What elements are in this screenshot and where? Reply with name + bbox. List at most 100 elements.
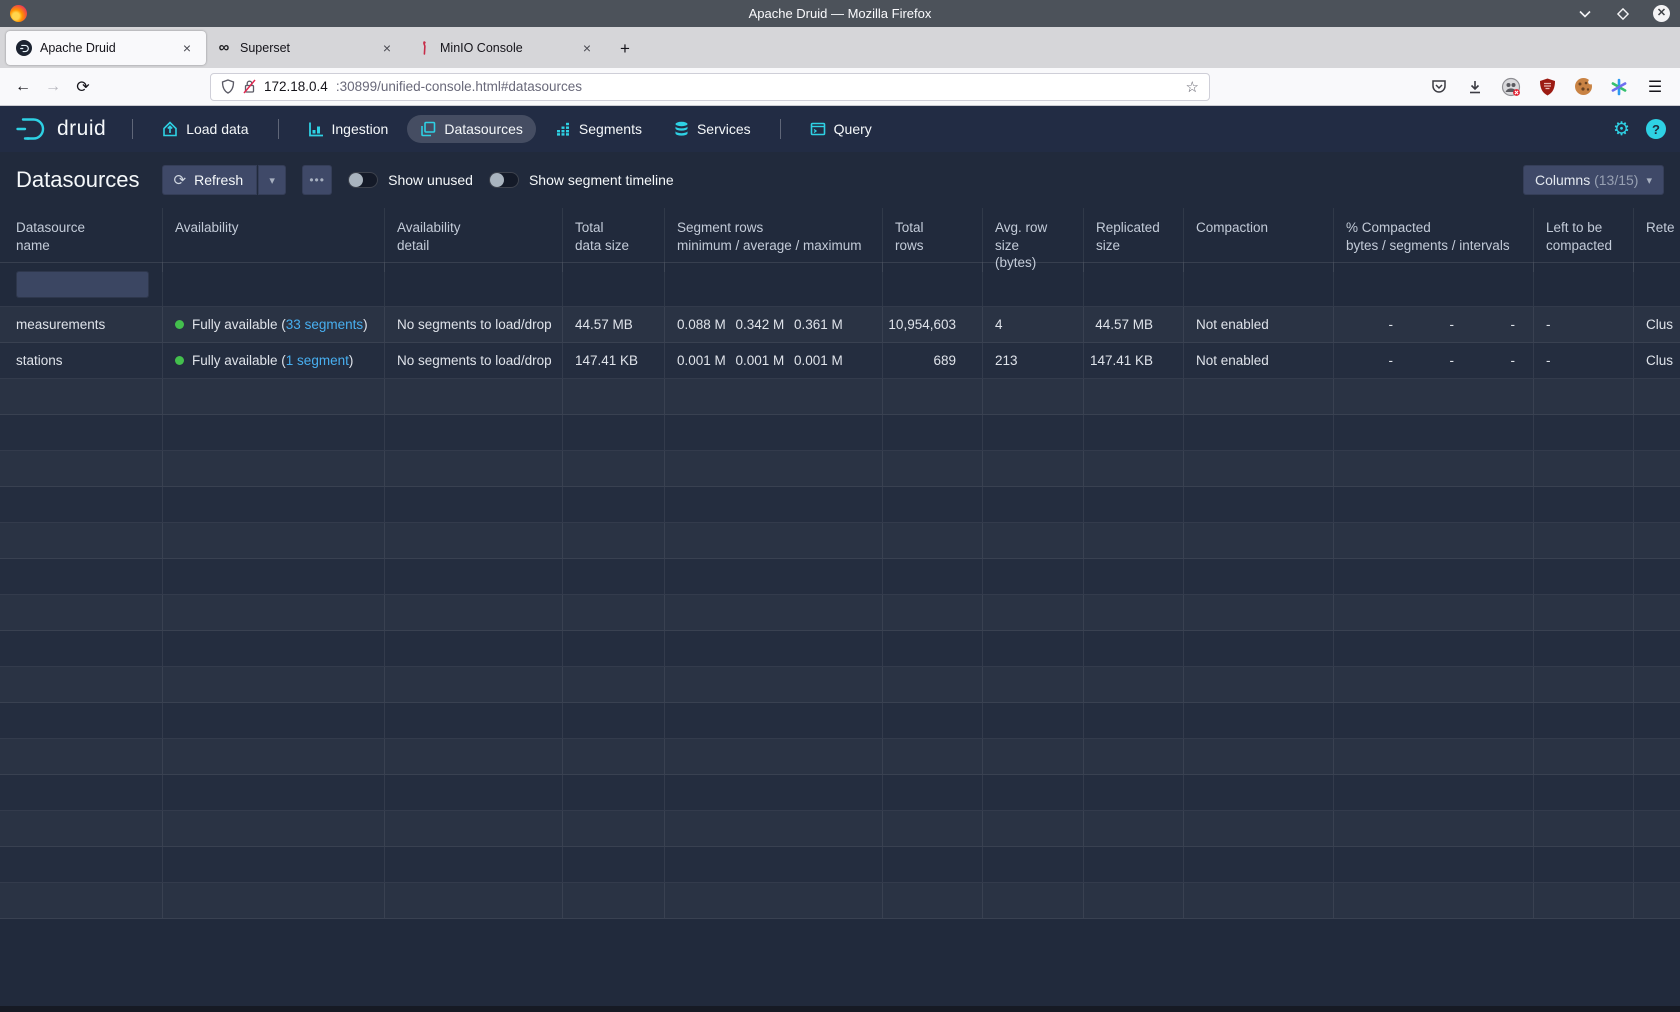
datasource-name-filter-input[interactable] [16, 271, 149, 298]
show-unused-toggle-group: Show unused [348, 172, 473, 188]
table-row-empty [0, 631, 1680, 667]
pocket-icon[interactable] [1428, 76, 1450, 98]
refresh-button[interactable]: ⟳ Refresh [162, 165, 258, 195]
pct-compacted: --- [1334, 307, 1534, 342]
ublock-icon[interactable] [1536, 76, 1558, 98]
segments-link[interactable]: 33 segments [286, 317, 363, 332]
cookie-icon[interactable] [1572, 76, 1594, 98]
datasources-table: Datasource name Availability Availabilit… [0, 208, 1680, 919]
datasources-icon [420, 121, 436, 137]
more-options-button[interactable]: ••• [302, 165, 332, 195]
browser-toolbar: ← → ⟳ 172.18.0.4:30899/unified-console.h… [0, 68, 1680, 106]
pct-compacted: --- [1334, 343, 1534, 378]
help-icon[interactable]: ? [1646, 119, 1666, 139]
toggle-label: Show unused [388, 172, 473, 188]
retention: Clus [1634, 307, 1680, 342]
back-icon[interactable]: ← [8, 73, 38, 101]
tab-close-icon[interactable]: × [178, 40, 196, 56]
nav-item-label: Load data [186, 121, 248, 137]
window-close-icon[interactable]: ✕ [1653, 5, 1670, 22]
nav-item-label: Services [697, 121, 751, 137]
bookmark-star-icon[interactable]: ☆ [1186, 78, 1199, 96]
ingestion-icon [308, 121, 324, 137]
toggle-knob [490, 173, 504, 187]
columns-count: (13/15) [1594, 172, 1638, 188]
page-header: Datasources ⟳ Refresh ▾ ••• Show unused … [0, 152, 1680, 208]
tab-label: Superset [240, 41, 370, 55]
nav-item-services[interactable]: Services [661, 115, 764, 143]
reload-icon[interactable]: ⟳ [68, 73, 98, 101]
nav-item-segments[interactable]: Segments [542, 115, 655, 143]
toggle-knob [349, 173, 363, 187]
table-row-empty [0, 559, 1680, 595]
table-row-stations[interactable]: stations Fully available (1 segment) No … [0, 343, 1680, 379]
extension-containers-icon[interactable] [1500, 76, 1522, 98]
table-row-empty [0, 415, 1680, 451]
druid-logo-icon [14, 116, 50, 142]
table-row-measurements[interactable]: measurements Fully available (33 segment… [0, 307, 1680, 343]
druid-logo[interactable]: druid [14, 116, 106, 142]
show-segment-timeline-toggle[interactable] [489, 172, 519, 188]
url-path: :30899/unified-console.html#datasources [336, 79, 582, 94]
table-row-empty [0, 667, 1680, 703]
nav-item-ingestion[interactable]: Ingestion [295, 115, 402, 143]
tab-close-icon[interactable]: × [578, 40, 596, 56]
settings-gear-icon[interactable]: ⚙ [1613, 118, 1630, 141]
refresh-dropdown-button[interactable]: ▾ [258, 165, 286, 195]
window-maximize-icon[interactable] [1615, 6, 1631, 22]
status-dot-green [175, 320, 184, 329]
tab-label: Apache Druid [40, 41, 170, 55]
segments-icon [555, 121, 571, 137]
tab-apache-druid[interactable]: Apache Druid × [6, 31, 206, 65]
tab-close-icon[interactable]: × [378, 40, 396, 56]
table-row-empty [0, 451, 1680, 487]
nav-item-label: Segments [579, 121, 642, 137]
window-minimize-icon[interactable] [1577, 6, 1593, 22]
table-row-empty [0, 487, 1680, 523]
tab-label: MinIO Console [440, 41, 570, 55]
extension-asterisk-icon[interactable] [1608, 76, 1630, 98]
segment-rows: 0.088 M0.342 M0.361 M [665, 307, 883, 342]
chevron-down-icon: ▾ [269, 174, 275, 187]
table-row-empty [0, 523, 1680, 559]
forward-icon[interactable]: → [38, 73, 68, 101]
table-row-empty [0, 811, 1680, 847]
query-icon [810, 121, 826, 137]
retention: Clus [1634, 343, 1680, 378]
columns-button[interactable]: Columns (13/15) ▾ [1523, 165, 1664, 195]
nav-item-datasources[interactable]: Datasources [407, 115, 536, 143]
filter-row [0, 263, 1680, 307]
refresh-label: Refresh [194, 172, 243, 188]
tab-strip: Apache Druid × ∞ Superset × MinIO Consol… [0, 27, 1680, 68]
avg-row-size: 4 [983, 307, 1084, 342]
availability: Fully available (1 segment) [163, 343, 385, 378]
page-title: Datasources [16, 167, 140, 193]
brand-name: druid [57, 117, 106, 141]
avg-row-size: 213 [983, 343, 1084, 378]
compaction: Not enabled [1184, 307, 1334, 342]
divider [132, 119, 133, 139]
downloads-icon[interactable] [1464, 76, 1486, 98]
refresh-icon: ⟳ [174, 171, 187, 189]
replicated-size: 147.41 KB [1084, 343, 1184, 378]
nav-item-label: Query [834, 121, 872, 137]
show-unused-toggle[interactable] [348, 172, 378, 188]
new-tab-button[interactable]: + [612, 36, 638, 62]
url-bar[interactable]: 172.18.0.4:30899/unified-console.html#da… [210, 73, 1210, 101]
table-row-empty [0, 775, 1680, 811]
total-rows: 689 [883, 343, 983, 378]
nav-item-load-data[interactable]: Load data [149, 115, 261, 143]
druid-navbar: druid Load data Ingestion Datasources Se… [0, 106, 1680, 152]
nav-item-query[interactable]: Query [797, 115, 885, 143]
menu-icon[interactable]: ☰ [1644, 76, 1666, 98]
table-row-empty [0, 739, 1680, 775]
availability-detail: No segments to load/drop [385, 343, 563, 378]
divider [278, 119, 279, 139]
superset-favicon: ∞ [216, 40, 232, 56]
show-segment-timeline-toggle-group: Show segment timeline [489, 172, 674, 188]
tab-minio-console[interactable]: MinIO Console × [406, 31, 606, 65]
segments-link[interactable]: 1 segment [286, 353, 349, 368]
columns-label: Columns [1535, 172, 1590, 188]
window-titlebar: Apache Druid — Mozilla Firefox ✕ [0, 0, 1680, 27]
tab-superset[interactable]: ∞ Superset × [206, 31, 406, 65]
